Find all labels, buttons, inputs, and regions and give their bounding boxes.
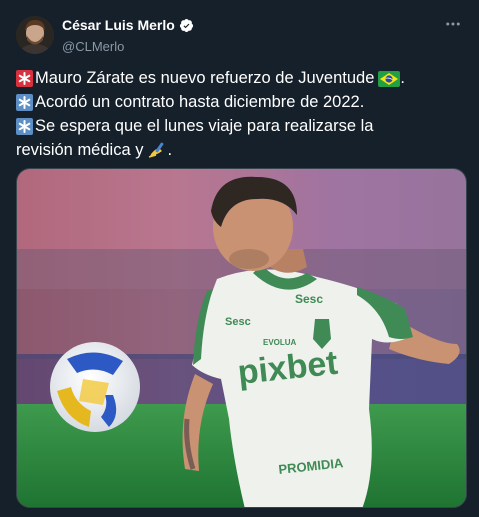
tweet-line-2: Acordó un contrato hasta diciembre de 20…	[16, 90, 468, 114]
tweet-text: Mauro Zárate es nuevo refuerzo de Juvent…	[16, 66, 468, 162]
jersey-sleeve: Sesc	[225, 316, 251, 328]
more-options-icon[interactable]	[441, 12, 465, 36]
tweet-line-3-text: Se espera que el lunes viaje para realiz…	[35, 117, 374, 135]
writing-hand-emoji	[147, 141, 167, 159]
tweet-line-1: Mauro Zárate es nuevo refuerzo de Juvent…	[16, 66, 468, 90]
tweet-line-4-end: .	[167, 141, 173, 159]
author-info: César Luis Merlo @CLMerlo	[62, 17, 194, 54]
jersey-brand: Sesc	[295, 292, 323, 306]
author-handle[interactable]: @CLMerlo	[62, 39, 194, 54]
blue-asterisk-emoji	[16, 117, 33, 135]
red-asterisk-emoji	[16, 69, 33, 87]
tweet-line-4: revisión médica y .	[16, 138, 468, 162]
verified-badge-icon	[179, 18, 194, 33]
tweet-line-4-text: revisión médica y	[16, 141, 144, 159]
tweet-line-1-text: Mauro Zárate es nuevo refuerzo de Juvent…	[35, 69, 375, 87]
blue-asterisk-emoji	[16, 93, 33, 111]
tweet-line-3: Se espera que el lunes viaje para realiz…	[16, 114, 468, 138]
tweet-line-1-end: .	[400, 69, 405, 87]
tweet-card: César Luis Merlo @CLMerlo Mauro Zárate e…	[0, 0, 479, 517]
author-avatar[interactable]	[16, 16, 54, 54]
brazil-flag-emoji	[378, 70, 401, 87]
tweet-photo[interactable]: pixbet Sesc Sesc EVOLUA PROMIDIA	[16, 168, 467, 508]
jersey-small-sponsor: EVOLUA	[263, 338, 297, 347]
author-display-name[interactable]: César Luis Merlo	[62, 17, 175, 33]
tweet-line-2-text: Acordó un contrato hasta diciembre de 20…	[35, 93, 365, 111]
